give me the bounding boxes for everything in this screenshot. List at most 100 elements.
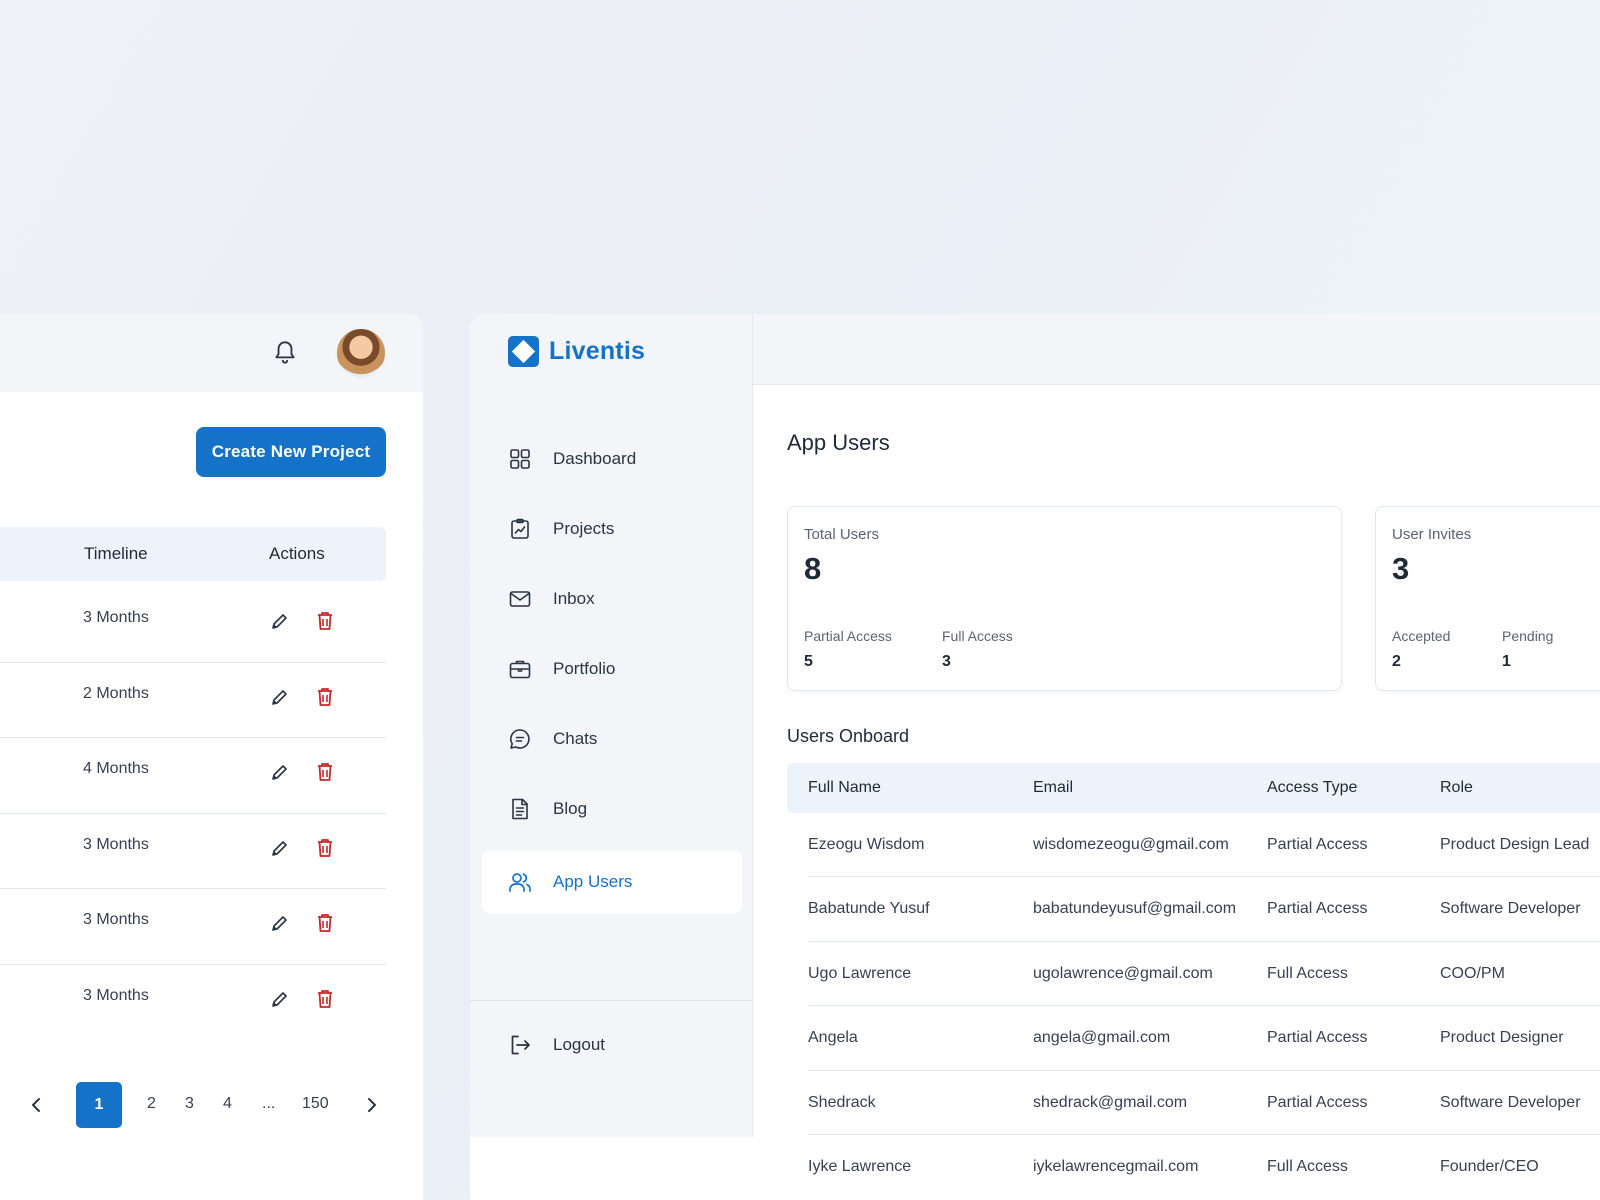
- pending-label: Pending: [1502, 628, 1554, 644]
- cell-email: wisdomezeogu@gmail.com: [1033, 836, 1229, 853]
- cell-full-name: Ezeogu Wisdom: [808, 836, 925, 853]
- logout-icon: [511, 1035, 530, 1055]
- column-header-email: Email: [1033, 779, 1074, 796]
- app-window: Liventis Dashboard Projects Inbox Portfo…: [470, 314, 1600, 1200]
- pencil-icon[interactable]: [270, 838, 290, 858]
- total-users-card: Total Users 8 Partial Access 5 Full Acce…: [787, 506, 1342, 691]
- logout-button[interactable]: Logout: [482, 1014, 742, 1076]
- briefcase-icon: [509, 660, 531, 679]
- sidebar-item-dashboard[interactable]: Dashboard: [482, 428, 742, 490]
- card-value: 3: [1392, 551, 1410, 586]
- cell-full-name: Ugo Lawrence: [808, 964, 912, 982]
- sidebar-item-portfolio[interactable]: Portfolio: [482, 638, 742, 700]
- timeline-cell: 2 Months: [83, 684, 149, 702]
- table-row[interactable]: Iyke Lawrence iykelawrencegmail.com Full…: [808, 1135, 1600, 1199]
- trash-icon[interactable]: [316, 913, 334, 933]
- pencil-icon[interactable]: [270, 913, 290, 933]
- page-button-current[interactable]: 1: [76, 1082, 122, 1128]
- table-row: 3 Months: [0, 814, 386, 889]
- pencil-icon[interactable]: [270, 762, 290, 782]
- timeline-cell: 4 Months: [83, 760, 149, 777]
- cell-email: iykelawrencegmail.com: [1033, 1157, 1199, 1175]
- page-ellipsis: ...: [262, 1095, 276, 1112]
- cell-access-type: Partial Access: [1267, 836, 1368, 853]
- page-button[interactable]: 3: [185, 1095, 194, 1113]
- cell-email: ugolawrence@gmail.com: [1033, 964, 1213, 982]
- cell-access-type: Full Access: [1267, 964, 1348, 982]
- table-row: 3 Months: [0, 587, 386, 663]
- brand-logo[interactable]: Liventis: [508, 334, 645, 368]
- accepted-label: Accepted: [1392, 628, 1451, 644]
- sidebar-item-app-users[interactable]: App Users: [482, 851, 742, 913]
- chat-bubble-icon: [510, 729, 530, 749]
- bell-icon[interactable]: [272, 338, 298, 366]
- cell-full-name: Angela: [808, 1029, 858, 1047]
- cell-email: angela@gmail.com: [1033, 1029, 1171, 1047]
- sidebar-item-label: Blog: [553, 799, 588, 818]
- cell-role: Software Developer: [1440, 900, 1581, 918]
- partial-access-label: Partial Access: [804, 628, 892, 644]
- timeline-cell: 3 Months: [83, 609, 149, 626]
- table-row[interactable]: Shedrack shedrack@gmail.com Partial Acce…: [808, 1071, 1600, 1135]
- cell-role: COO/PM: [1440, 964, 1505, 982]
- trash-icon[interactable]: [316, 762, 334, 782]
- cell-access-type: Partial Access: [1267, 1029, 1368, 1047]
- create-new-project-button[interactable]: Create New Project: [196, 427, 386, 477]
- table-row[interactable]: Babatunde Yusuf babatundeyusuf@gmail.com…: [808, 877, 1600, 942]
- table-row: 2 Months: [0, 663, 386, 738]
- avatar[interactable]: [335, 327, 387, 379]
- main-topbar: [753, 314, 1600, 385]
- user-invites-card: User Invites 3 Accepted 2 Pending 1: [1375, 506, 1600, 691]
- pencil-icon[interactable]: [270, 611, 290, 631]
- card-label: User Invites: [1392, 526, 1472, 543]
- projects-topbar: [0, 314, 423, 392]
- sidebar-item-projects[interactable]: Projects: [482, 498, 742, 560]
- card-value: 8: [804, 551, 822, 586]
- timeline-cell: 3 Months: [83, 986, 149, 1004]
- trash-icon[interactable]: [316, 611, 334, 631]
- timeline-cell: 3 Months: [83, 835, 149, 853]
- page-title: App Users: [787, 430, 890, 455]
- chevron-left-icon[interactable]: [28, 1096, 44, 1114]
- cell-role: Product Designer: [1440, 1029, 1564, 1047]
- accepted-value: 2: [1392, 653, 1401, 670]
- page-button-last[interactable]: 150: [302, 1095, 329, 1113]
- sidebar-footer: [470, 1137, 753, 1200]
- pending-value: 1: [1502, 653, 1511, 670]
- chevron-right-icon[interactable]: [364, 1096, 380, 1114]
- full-access-value: 3: [942, 653, 951, 670]
- sidebar-item-label: Portfolio: [553, 659, 616, 678]
- cell-email: shedrack@gmail.com: [1033, 1093, 1188, 1111]
- sidebar-item-label: Inbox: [553, 589, 595, 608]
- projects-table-header: Timeline Actions: [0, 527, 386, 581]
- trash-icon[interactable]: [316, 989, 334, 1009]
- cell-access-type: Full Access: [1267, 1157, 1348, 1175]
- pencil-icon[interactable]: [270, 989, 290, 1009]
- column-header-actions: Actions: [269, 544, 325, 563]
- sidebar-item-chats[interactable]: Chats: [482, 708, 742, 770]
- sidebar-item-inbox[interactable]: Inbox: [482, 568, 742, 630]
- timeline-cell: 3 Months: [83, 911, 149, 928]
- brand-name: Liventis: [549, 336, 646, 365]
- trash-icon[interactable]: [316, 687, 334, 707]
- column-header-role: Role: [1440, 779, 1473, 796]
- page-button[interactable]: 4: [223, 1095, 232, 1113]
- full-access-label: Full Access: [942, 628, 1013, 644]
- column-header-timeline: Timeline: [84, 544, 148, 563]
- card-label: Total Users: [804, 526, 880, 543]
- table-row[interactable]: Ezeogu Wisdom wisdomezeogu@gmail.com Par…: [808, 813, 1600, 878]
- pencil-icon[interactable]: [270, 687, 290, 707]
- projects-table-body: 3 Months 2 Months 4 Months 3 Months 3 Mo…: [0, 587, 386, 1040]
- grid-icon: [510, 449, 530, 469]
- cell-role: Founder/CEO: [1440, 1157, 1539, 1175]
- projects-panel: Create New Project Timeline Actions 3 Mo…: [0, 314, 423, 1200]
- sidebar-divider: [470, 1000, 753, 1001]
- cell-full-name: Iyke Lawrence: [808, 1157, 912, 1175]
- table-row[interactable]: Angela angela@gmail.com Partial Access P…: [808, 1006, 1600, 1071]
- sidebar-item-blog[interactable]: Blog: [482, 778, 742, 840]
- table-row: 3 Months: [0, 889, 386, 965]
- trash-icon[interactable]: [316, 838, 334, 858]
- logo-mark-icon: [508, 335, 539, 367]
- page-button[interactable]: 2: [147, 1095, 156, 1113]
- table-row[interactable]: Ugo Lawrence ugolawrence@gmail.com Full …: [808, 942, 1600, 1007]
